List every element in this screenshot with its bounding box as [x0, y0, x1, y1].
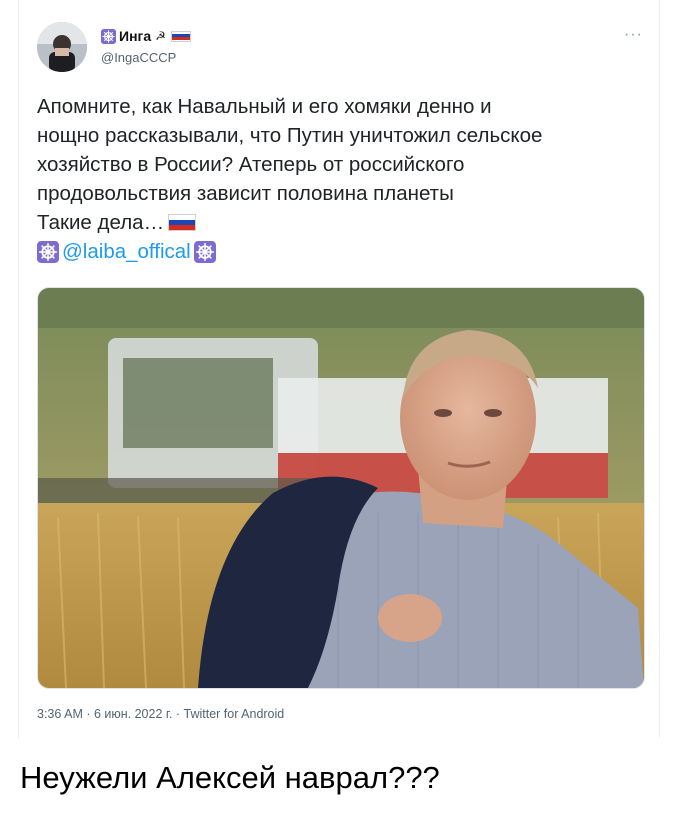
more-dots-icon[interactable]: ··· — [624, 26, 643, 44]
tweet-line: хозяйство в России? Атеперь от российско… — [37, 153, 465, 176]
display-name: Инга — [119, 28, 152, 44]
avatar[interactable] — [37, 22, 87, 72]
tweet-photo[interactable] — [37, 287, 645, 689]
tweet-line: продовольствия зависит половина планеты — [37, 182, 454, 205]
user-handle[interactable]: @IngaCCCP — [101, 50, 176, 65]
tweet-line-last: Такие дела… — [37, 208, 637, 237]
russia-flag-icon — [170, 30, 191, 42]
tweet-text: Апомните, как Навальный и его хомяки ден… — [37, 92, 637, 266]
meme-caption: Неужели Алексей наврал??? — [20, 760, 440, 795]
ship-wheel-icon — [101, 28, 116, 44]
tweet-timestamp[interactable]: 3:36 AM · 6 июн. 2022 г. · Twitter for A… — [37, 707, 284, 721]
tweet-card: Инга ☭ @IngaCCCP ··· Апомните, как Навал… — [18, 0, 660, 738]
tweet-line-text: Такие дела… — [37, 211, 165, 234]
tweet-line: Апомните, как Навальный и его хомяки ден… — [37, 95, 492, 118]
ship-wheel-icon — [37, 240, 59, 263]
tweet-line: нощно рассказывали, что Путин уничтожил … — [37, 124, 543, 147]
user-name-row[interactable]: Инга ☭ — [101, 28, 191, 44]
mention-link[interactable]: @laiba_offical — [62, 237, 191, 266]
hammer-sickle-icon: ☭ — [155, 29, 166, 43]
russia-flag-icon — [168, 214, 197, 231]
mention-row: @laiba_offical — [37, 237, 637, 266]
ship-wheel-icon — [193, 240, 216, 263]
